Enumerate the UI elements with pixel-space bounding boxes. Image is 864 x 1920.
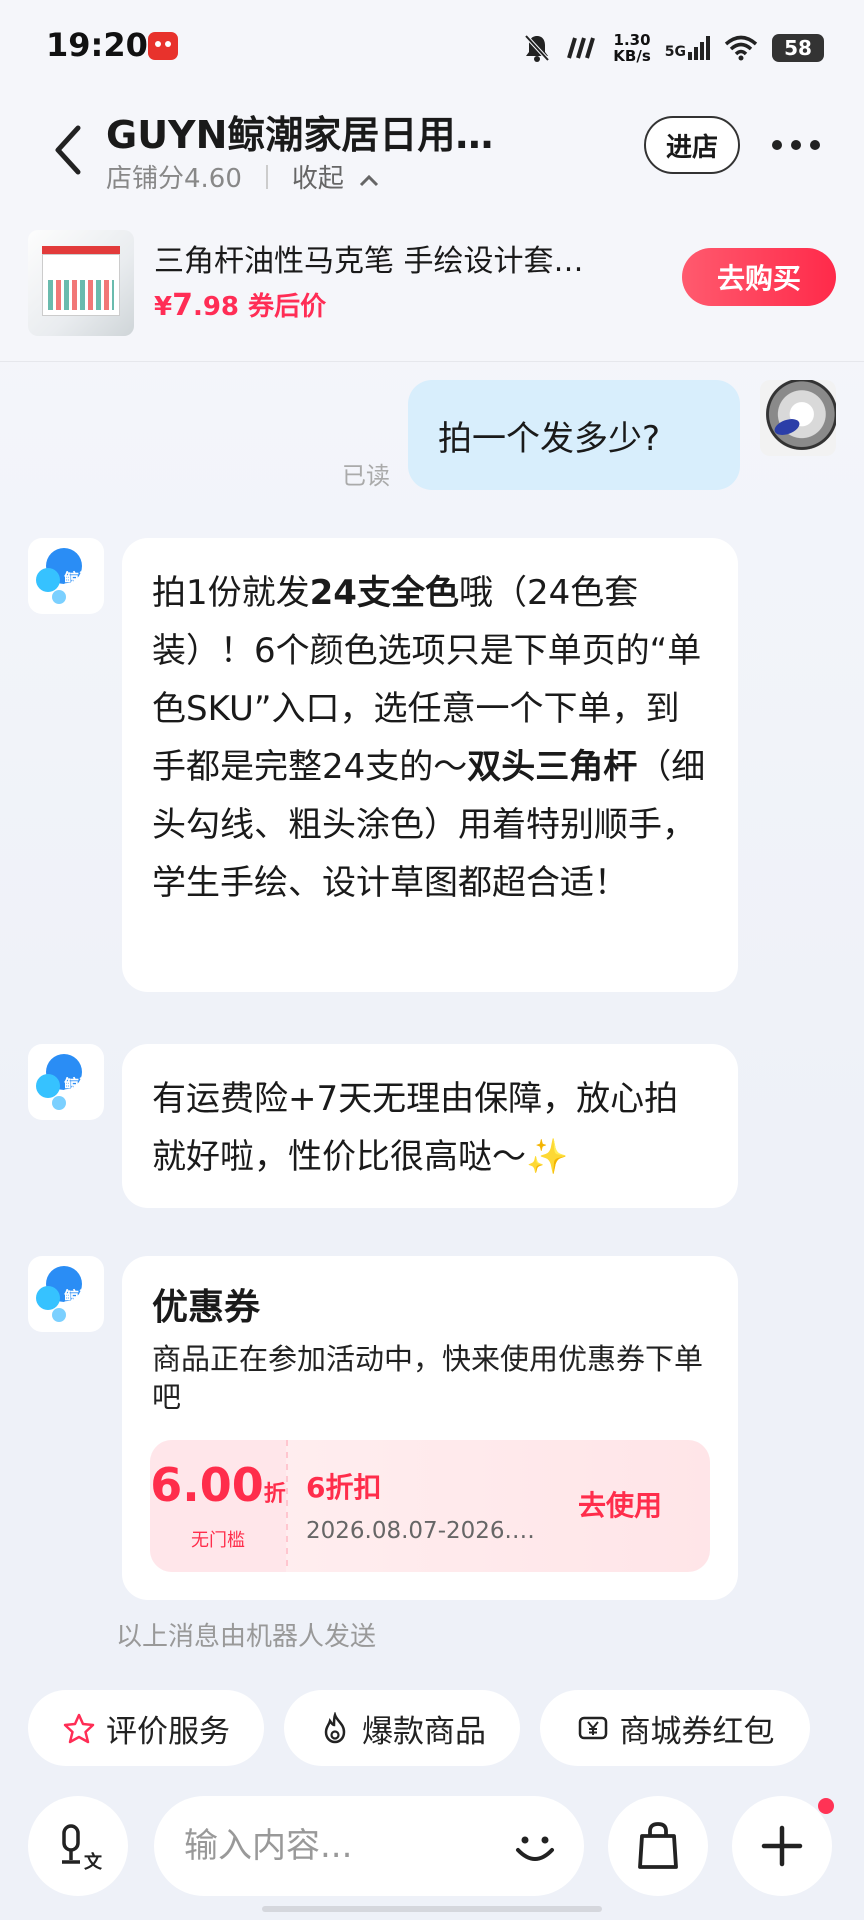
buy-button[interactable]: 去购买 <box>682 248 836 306</box>
collapse-label: 收起 <box>291 164 344 194</box>
price-symbol: ¥ <box>154 292 173 322</box>
price-suffix: 券后价 <box>248 292 327 322</box>
bot-message-bubble[interactable]: 有运费险+7天无理由保障，放心拍就好啦，性价比很高哒～✨ <box>122 1044 738 1208</box>
chevron-up-icon <box>360 174 379 187</box>
coupon-title: 优惠券 <box>152 1287 261 1328</box>
chat-header: GUYN鲸潮家居日用… 店铺分4.60 收起 进店 <box>0 96 864 218</box>
flame-icon <box>318 1711 352 1745</box>
quick-action-label: 爆款商品 <box>362 1713 486 1750</box>
read-status: 已读 <box>342 462 390 490</box>
shop-meta: 店铺分4.60 收起 <box>106 158 380 195</box>
bot-message-bubble[interactable]: 拍1份就发24支全色哦（24色套装）！6个颜色选项只是下单页的“单色SKU”入口… <box>122 538 738 992</box>
product-thumbnail[interactable] <box>28 230 134 336</box>
coupon-amount-value: 6.00 <box>150 1458 264 1512</box>
message-input-field[interactable] <box>154 1796 584 1896</box>
enter-shop-button[interactable]: 进店 <box>644 116 740 174</box>
shopping-bag-button[interactable] <box>608 1796 708 1896</box>
coupon-threshold: 无门槛 <box>191 1530 245 1551</box>
quick-action-label: 评价服务 <box>106 1713 230 1750</box>
bot-logo-text: 鲸潮 <box>64 1076 95 1094</box>
user-avatar[interactable] <box>760 380 836 456</box>
bot-avatar[interactable]: 鲸潮 <box>28 1256 104 1332</box>
coupon-validity: 2026.08.07-2026.… <box>306 1518 535 1544</box>
bot-avatar[interactable]: 鲸潮 <box>28 1044 104 1120</box>
bot-logo-text: 鲸潮 <box>64 1288 95 1306</box>
coupon-amount-unit: 折 <box>263 1482 286 1507</box>
emoji-icon[interactable] <box>506 1818 564 1876</box>
message-text: 拍1份就发 <box>152 573 310 613</box>
shop-score: 店铺分4.60 <box>106 164 242 194</box>
star-icon <box>62 1711 96 1745</box>
back-arrow-icon[interactable] <box>50 124 86 176</box>
shopping-bag-icon <box>638 1822 678 1869</box>
more-options-icon[interactable] <box>772 138 820 152</box>
status-bar: 19:20 1.30 KB/s 5G 58 <box>0 0 864 96</box>
bot-sent-note: 以上消息由机器人发送 <box>116 1622 377 1652</box>
coupon-divider <box>286 1440 288 1572</box>
quick-action-hot-products[interactable]: 爆款商品 <box>284 1690 520 1766</box>
cell-signal: 5G <box>665 36 710 60</box>
coupon-value: 6.00折 无门槛 <box>150 1440 286 1572</box>
use-coupon-button[interactable]: 去使用 <box>578 1484 662 1524</box>
price-decimal: .98 <box>192 292 240 322</box>
status-indicators: 1.30 KB/s 5G 58 <box>523 28 824 68</box>
message-highlight: 24支全色 <box>309 573 459 613</box>
svg-text:文: 文 <box>84 1851 103 1872</box>
coupon-card[interactable]: 6.00折 无门槛 6折扣 2026.08.07-2026.… 去使用 <box>150 1440 710 1572</box>
bell-off-icon <box>524 34 550 62</box>
wifi-icon <box>724 35 758 61</box>
message-highlight: 双头三角杆 <box>467 747 638 787</box>
notification-dot <box>818 1798 834 1814</box>
meta-divider <box>265 164 268 189</box>
plus-icon <box>761 1825 803 1867</box>
product-title: 三角杆油性马克笔 手绘设计套… <box>154 244 584 279</box>
bot-avatar[interactable]: 鲸潮 <box>28 538 104 614</box>
nfc-icon <box>567 37 596 59</box>
bot-logo-text: 鲸潮 <box>64 570 95 588</box>
coupon-description: 商品正在参加活动中，快来使用优惠券下单吧 <box>152 1342 704 1414</box>
coupon-name: 6折扣 <box>306 1471 382 1504</box>
net-speed-unit: KB/s <box>613 47 651 65</box>
net-speed: 1.30 KB/s <box>613 32 650 64</box>
voice-input-button[interactable]: 文 <box>28 1796 128 1896</box>
user-message-bubble[interactable]: 拍一个发多少? <box>408 380 740 490</box>
status-time: 19:20 <box>46 26 148 64</box>
product-price: ¥7.98 券后价 <box>154 286 326 323</box>
quick-action-mall-coupons[interactable]: 商城券红包 <box>540 1690 810 1766</box>
shop-name[interactable]: GUYN鲸潮家居日用… <box>106 104 526 159</box>
more-functions-button[interactable] <box>732 1796 832 1896</box>
notification-app-icon <box>148 32 178 60</box>
home-indicator[interactable] <box>262 1906 602 1912</box>
quick-action-label: 商城券红包 <box>619 1713 775 1750</box>
voice-to-text-icon: 文 <box>62 1824 103 1872</box>
quick-action-rate-service[interactable]: 评价服务 <box>28 1690 264 1766</box>
network-type: 5G <box>664 44 686 60</box>
signal-icon <box>688 36 710 60</box>
coupon-amount: 6.00折 <box>150 1460 286 1520</box>
collapse-toggle[interactable]: 收起 <box>292 158 380 195</box>
net-speed-value: 1.30 <box>613 31 651 49</box>
price-integer: 7 <box>172 288 193 323</box>
battery-indicator: 58 <box>772 34 824 62</box>
product-card[interactable]: 三角杆油性马克笔 手绘设计套… ¥7.98 券后价 去购买 <box>0 218 864 362</box>
coupon-message: 优惠券 商品正在参加活动中，快来使用优惠券下单吧 6.00折 无门槛 6折扣 2… <box>122 1256 738 1600</box>
input-bar: 文 <box>0 1786 864 1920</box>
quick-actions: 评价服务 爆款商品 商城券红包 <box>28 1690 836 1766</box>
message-input[interactable] <box>184 1816 484 1876</box>
yen-coupon-icon <box>576 1711 610 1745</box>
